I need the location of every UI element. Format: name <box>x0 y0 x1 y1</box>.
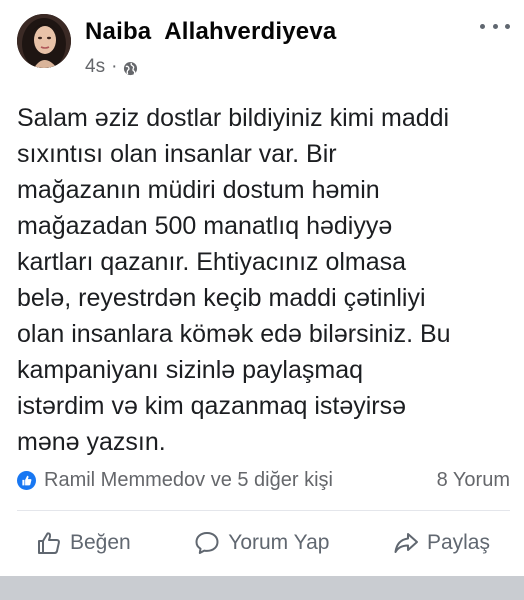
like-reaction-icon[interactable] <box>17 470 36 490</box>
share-button-label: Paylaş <box>426 531 490 554</box>
reactions-summary[interactable]: Ramil Memmedov ve 5 diğer kişi <box>44 469 333 492</box>
comments-count[interactable]: 8 Yorum <box>437 469 510 492</box>
author-name[interactable]: Naiba Allahverdiyeva <box>85 18 336 46</box>
comment-button-label: Yorum Yap <box>228 531 330 554</box>
post-text: Salam əziz dostlar bildiyiniz kimi maddi… <box>17 100 512 460</box>
share-button[interactable]: Paylaş <box>393 530 490 556</box>
post-text-line: kampaniyanı sizinlə paylaşmaq <box>17 356 364 384</box>
post-text-line: mənə yazsın. <box>17 428 166 456</box>
post-time[interactable]: 4s <box>85 56 105 78</box>
post-text-line: kartları qazanır. Ehtiyacınız olmasa <box>17 248 407 276</box>
avatar[interactable] <box>17 14 71 68</box>
meta-separator: · <box>111 56 118 77</box>
post-text-line: sıxıntısı olan insanlar var. Bir <box>17 140 337 168</box>
avatar-image <box>17 14 71 68</box>
post-meta: 4s · <box>85 56 138 78</box>
post-text-line: istərdim və kim qazanmaq istəyirsə <box>17 392 407 420</box>
post-text-line: mağazanın müdiri dostum həmin <box>17 176 380 204</box>
globe-icon <box>123 60 138 75</box>
divider <box>17 510 510 511</box>
more-dots-icon[interactable] <box>480 16 510 36</box>
comment-button[interactable]: Yorum Yap <box>194 530 329 556</box>
reactions-bar: Ramil Memmedov ve 5 diğer kişi 8 Yorum <box>17 466 510 494</box>
post-header: Naiba Allahverdiyeva 4s · <box>17 14 510 77</box>
post-text-line: mağazadan 500 manatlıq hədiyyə <box>17 212 393 240</box>
post-card: Naiba Allahverdiyeva 4s · Salam əziz dos… <box>0 0 524 576</box>
post-text-line: Salam əziz dostlar bildiyiniz kimi maddi <box>17 104 450 132</box>
comment-icon <box>195 532 219 554</box>
thumbs-up-icon <box>38 532 60 554</box>
action-bar: Beğen Yorum Yap Paylaş <box>0 522 524 564</box>
feed-separator <box>0 576 524 600</box>
like-button-label: Beğen <box>70 531 131 554</box>
like-button[interactable]: Beğen <box>36 530 131 556</box>
post-text-line: olan insanlara kömək edə bilərsiniz. Bu <box>17 320 451 348</box>
post-text-line: belə, reyestrdən keçib maddi çətinliyi <box>17 284 426 312</box>
share-arrow-icon <box>394 533 418 553</box>
